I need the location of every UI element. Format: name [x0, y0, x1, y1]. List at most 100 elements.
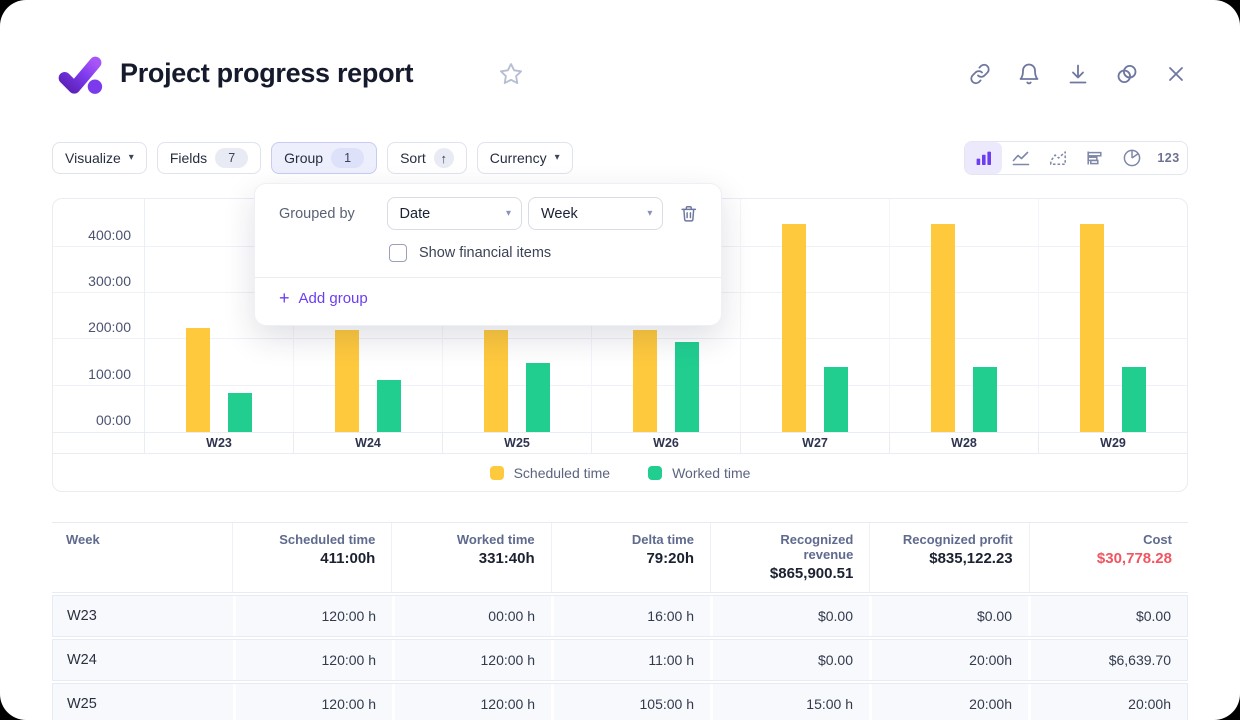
- scheduled-time-bar[interactable]: [484, 330, 508, 432]
- area-chart-view-button[interactable]: [1039, 142, 1076, 174]
- column-total: 411:00h: [249, 550, 375, 567]
- column-total: $865,900.51: [727, 565, 853, 582]
- column-label: Worked time: [408, 532, 534, 547]
- worked-time-bar[interactable]: [675, 342, 699, 432]
- app-logo: [56, 54, 106, 100]
- visualize-button[interactable]: Visualize ▾: [52, 142, 147, 174]
- column-header-worked-time[interactable]: Worked time 331:40h: [391, 523, 550, 592]
- legend-item: Scheduled time: [490, 465, 611, 481]
- scheduled-time-bar[interactable]: [931, 224, 955, 433]
- table-row: W24120:00 h120:00 h11:00 h$0.0020:00h$6,…: [52, 639, 1188, 681]
- table-cell: W24: [53, 640, 233, 680]
- bar-group: [890, 224, 1038, 433]
- table-cell: 120:00 h: [392, 684, 551, 720]
- show-financial-items-checkbox[interactable]: [389, 244, 407, 262]
- report-window: Project progress report: [0, 0, 1240, 720]
- bar-chart-view-button[interactable]: [965, 142, 1002, 174]
- chart-column: [890, 199, 1039, 432]
- table-body: W23120:00 h00:00 h16:00 h$0.00$0.00$0.00…: [52, 595, 1188, 720]
- grouped-by-label: Grouped by: [279, 206, 387, 222]
- table-cell: $0.00: [869, 596, 1028, 636]
- column-total: 79:20h: [568, 550, 694, 567]
- horizontal-bar-chart-view-button[interactable]: [1076, 142, 1113, 174]
- worked-time-bar[interactable]: [526, 363, 550, 432]
- link-icon[interactable]: [968, 62, 992, 86]
- scheduled-time-bar[interactable]: [1080, 224, 1104, 433]
- y-tick-label: 100:00: [88, 366, 131, 382]
- column-label: Recognized revenue: [727, 532, 853, 562]
- bar-group: [145, 328, 293, 432]
- bell-icon[interactable]: [1017, 62, 1041, 86]
- trash-icon[interactable]: [679, 204, 699, 224]
- scheduled-time-bar[interactable]: [782, 224, 806, 433]
- table-cell: $0.00: [710, 640, 869, 680]
- week-label: W26: [592, 433, 741, 453]
- currency-label: Currency: [490, 150, 547, 166]
- toolbar: Visualize ▾ Fields 7 Group 1 Sort ↑ Curr…: [52, 142, 573, 174]
- header-actions: [968, 62, 1188, 86]
- column-total: $835,122.23: [886, 550, 1012, 567]
- chart-x-axis: W23W24W25W26W27W28W29: [53, 432, 1187, 454]
- line-chart-view-button[interactable]: [1002, 142, 1039, 174]
- column-total: $30,778.28: [1046, 550, 1172, 567]
- group-count-badge: 1: [331, 148, 364, 168]
- scheduled-time-bar[interactable]: [335, 330, 359, 432]
- worked-time-bar[interactable]: [824, 367, 848, 432]
- bar-group: [592, 330, 740, 432]
- close-icon[interactable]: [1164, 62, 1188, 86]
- group-interval-value: Week: [541, 206, 578, 222]
- favorite-star-icon[interactable]: [498, 61, 524, 87]
- currency-button[interactable]: Currency ▾: [477, 142, 573, 174]
- table-cell: 20:00h: [1028, 684, 1187, 720]
- table-cell: 120:00 h: [233, 640, 392, 680]
- table-cell: 20:00h: [869, 640, 1028, 680]
- page-title: Project progress report: [120, 58, 413, 89]
- visualize-label: Visualize: [65, 150, 121, 166]
- scheduled-time-bar[interactable]: [186, 328, 210, 432]
- group-button[interactable]: Group 1: [271, 142, 377, 174]
- y-tick-label: 00:00: [96, 412, 131, 428]
- worked-time-bar[interactable]: [377, 380, 401, 432]
- table-cell: $0.00: [1028, 596, 1187, 636]
- column-header-cost[interactable]: Cost$30,778.28: [1029, 523, 1188, 592]
- scheduled-time-bar[interactable]: [633, 330, 657, 432]
- group-interval-select[interactable]: Week ▾: [528, 197, 663, 230]
- column-label: Week: [66, 532, 216, 547]
- group-field-select[interactable]: Date ▾: [387, 197, 522, 230]
- pie-chart-view-button[interactable]: [1113, 142, 1150, 174]
- fields-button[interactable]: Fields 7: [157, 142, 261, 174]
- table-cell: 105:00 h: [551, 684, 710, 720]
- table-row: W23120:00 h00:00 h16:00 h$0.00$0.00$0.00: [52, 595, 1188, 637]
- week-label: W29: [1039, 433, 1187, 453]
- week-label: W25: [443, 433, 592, 453]
- worked-time-bar[interactable]: [228, 393, 252, 432]
- column-label: Scheduled time: [249, 532, 375, 547]
- view-switcher: 123: [964, 141, 1188, 175]
- chart-column: [741, 199, 890, 432]
- add-group-button[interactable]: + Add group: [279, 289, 699, 307]
- worked-time-bar[interactable]: [973, 367, 997, 432]
- legend-swatch: [490, 466, 504, 480]
- legend-label: Worked time: [672, 465, 750, 481]
- chevron-down-icon: ▾: [506, 208, 511, 219]
- sort-button[interactable]: Sort ↑: [387, 142, 467, 174]
- download-icon[interactable]: [1066, 62, 1090, 86]
- worked-time-bar[interactable]: [1122, 367, 1146, 432]
- fields-count-badge: 7: [215, 148, 248, 168]
- numbers-view-button[interactable]: 123: [1150, 142, 1187, 174]
- bar-group: [443, 330, 591, 432]
- bar-group: [741, 224, 889, 433]
- legend-swatch: [648, 466, 662, 480]
- plus-icon: +: [279, 289, 290, 307]
- table-header: Week Scheduled time 411:00h Worked time 331:…: [52, 522, 1188, 593]
- week-label: W28: [890, 433, 1039, 453]
- column-header-delta-time[interactable]: Delta time79:20h: [551, 523, 710, 592]
- column-header-recognized-revenue[interactable]: Recognized revenue $865,900.51: [710, 523, 869, 592]
- bar-group: [294, 330, 442, 432]
- column-header-week[interactable]: Week: [52, 523, 232, 592]
- compare-icon[interactable]: [1115, 62, 1139, 86]
- column-header-recognized-profit[interactable]: Recognized profit$835,122.23: [869, 523, 1028, 592]
- table-cell: 120:00 h: [233, 596, 392, 636]
- column-total: 331:40h: [408, 550, 534, 567]
- column-header-scheduled-time[interactable]: Scheduled time 411:00h: [232, 523, 391, 592]
